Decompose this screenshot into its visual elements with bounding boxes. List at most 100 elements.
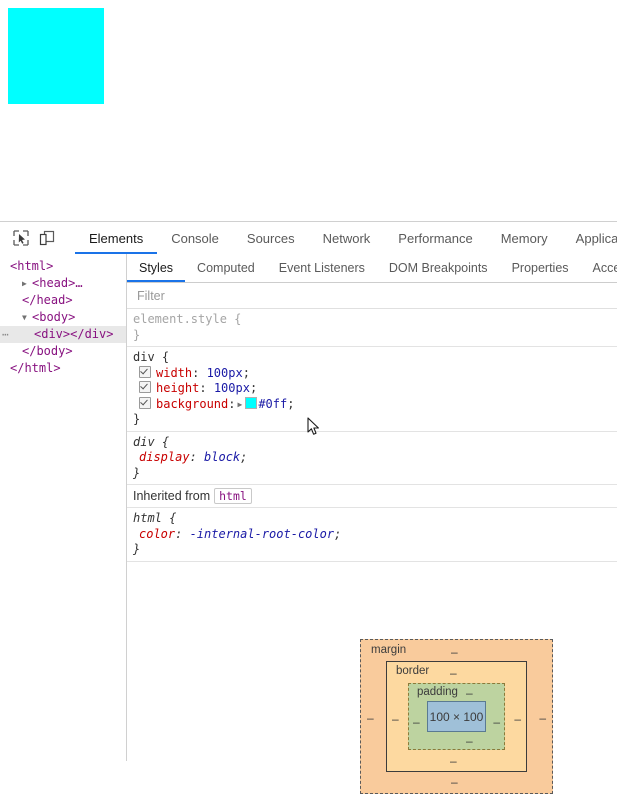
declaration-width[interactable]: width: 100px; [133,365,617,382]
declaration-display[interactable]: display: block; [133,450,617,466]
rule-html-selector: html [133,511,162,525]
tab-memory[interactable]: Memory [487,222,562,254]
dom-node-html-open[interactable]: <html> [0,258,126,275]
tab-network[interactable]: Network [309,222,385,254]
styles-filter-bar [127,283,617,309]
tab-dom-breakpoints[interactable]: DOM Breakpoints [377,254,500,282]
dom-node-body-label: <body> [32,310,76,324]
rule-html-selector-line: html { [133,511,177,525]
declaration-height[interactable]: height: 100px; [133,381,617,397]
declaration-color-value[interactable]: -internal-root-color [190,527,335,541]
tab-sources[interactable]: Sources [233,222,309,254]
tab-properties[interactable]: Properties [500,254,581,282]
declaration-width-checkbox[interactable] [139,365,151,378]
filter-input[interactable] [135,287,573,304]
tab-elements[interactable]: Elements [75,222,158,254]
declaration-width-value[interactable]: 100px [207,366,243,380]
cyan-square-element[interactable] [8,8,104,104]
box-model-content[interactable]: 100 × 100 [427,701,486,732]
dom-node-body[interactable]: ▼ <body> [0,309,126,326]
rule-element-style-selector: element.style [133,312,227,326]
declaration-background-property: background [156,396,229,411]
inherited-from-label: Inherited from [133,489,211,503]
dom-node-div-label: <div></div> [34,327,114,341]
dom-node-head[interactable]: ▶ <head>… [0,275,126,292]
box-model-border-left-value[interactable]: – [392,713,399,725]
rule-element-style[interactable]: element.style { } [127,309,617,347]
declaration-background-checkbox[interactable] [139,396,151,409]
rule-div-useragent[interactable]: div { display: block; } [127,432,617,485]
dom-node-head-close[interactable]: </head> [0,292,126,309]
devtools-main-tabs: Elements Console Sources Network Perform… [75,222,617,254]
box-model-padding-top-value[interactable]: – [466,687,473,699]
declaration-display-property: display [139,450,190,464]
inspect-element-icon[interactable] [8,225,34,251]
box-model-margin-top-value[interactable]: – [451,646,458,658]
box-model-border-top-value[interactable]: – [450,667,457,679]
device-toolbar-icon[interactable] [34,225,60,251]
tab-computed[interactable]: Computed [185,254,267,282]
tab-event-listeners-label: Event Listeners [278,261,365,275]
box-model-padding-bottom-value[interactable]: – [466,735,473,747]
tab-performance[interactable]: Performance [384,222,486,254]
rule-div-author-selector-line: div { [133,350,617,366]
box-model-margin[interactable]: margin – – – – border – – – – padding – [360,639,553,794]
tab-properties-label: Properties [511,261,569,275]
declaration-height-property: height [156,381,200,395]
declaration-background[interactable]: background: ▶ #0ff; [133,396,617,413]
dom-node-head-close-label: </head> [22,293,73,307]
declaration-display-value[interactable]: block [204,450,240,464]
styles-sidebar-tabs: Styles Computed Event Listeners DOM Brea… [127,254,617,283]
box-model-padding-left-value[interactable]: – [413,716,420,728]
chevron-right-icon[interactable]: ▶ [22,275,32,292]
box-model-border-right-value[interactable]: – [514,713,521,725]
declaration-color[interactable]: color: -internal-root-color; [133,527,617,543]
declaration-height-checkbox[interactable] [139,381,151,393]
brace-open: { [226,312,242,326]
more-options-icon[interactable]: ⋯ [2,326,10,343]
tab-console-label: Console [171,230,219,246]
devtools-body: <html> ▶ <head>… </head> ▼ <body> ⋯ <div></… [0,254,617,794]
box-model-diagram: margin – – – – border – – – – padding – [360,639,553,794]
dom-node-body-close[interactable]: </body> [0,343,126,360]
tab-elements-label: Elements [89,230,144,246]
dom-node-head-label: <head>… [32,276,83,290]
inherited-from-node-chip[interactable]: html [214,488,252,504]
devtools-toolbar: Elements Console Sources Network Perform… [0,222,617,255]
tab-network-label: Network [322,230,371,246]
tab-dom-breakpoints-label: DOM Breakpoints [388,261,488,275]
tab-console[interactable]: Console [157,222,233,254]
tab-event-listeners[interactable]: Event Listeners [267,254,377,282]
box-model-content-size: 100 × 100 [429,709,484,724]
rule-element-style-selector-line: element.style { [133,312,617,328]
declaration-background-value[interactable]: #0ff [258,397,287,411]
box-model-padding[interactable]: padding – – – – 100 × 100 [408,683,505,750]
dom-node-html-close-label: </html> [10,361,61,375]
declaration-color-property: color [139,526,176,541]
box-model-padding-right-value[interactable]: – [493,716,500,728]
chevron-down-icon[interactable]: ▼ [22,309,32,326]
declaration-width-property: width [156,365,193,380]
color-swatch[interactable] [245,396,258,409]
box-model-border[interactable]: border – – – – padding – – – – 100 × 100 [386,661,527,772]
tab-styles[interactable]: Styles [127,254,186,282]
tab-accessibility-label: Acce [592,261,617,275]
tab-styles-label: Styles [139,261,174,275]
chevron-right-icon[interactable]: ▶ [237,397,242,413]
page-viewport [0,0,617,221]
dom-node-div-selected[interactable]: ⋯ <div></div> [0,326,126,343]
rule-div-author-close: } [133,412,141,426]
declaration-height-value[interactable]: 100px [214,381,250,395]
tab-performance-label: Performance [398,230,473,246]
box-model-padding-label: padding [417,686,458,698]
inherited-from-header: Inherited from html [127,485,617,508]
box-model-margin-left-value[interactable]: – [367,712,374,724]
box-model-border-bottom-value[interactable]: – [450,755,457,767]
rule-html-useragent[interactable]: html { color: -internal-root-color; } [127,508,617,562]
tab-application[interactable]: Applicatio [562,222,617,254]
dom-node-html-close[interactable]: </html> [0,360,126,377]
rule-div-author[interactable]: div { width: 100px; height: 100px; backg… [127,347,617,432]
box-model-margin-right-value[interactable]: – [539,712,546,724]
tab-accessibility[interactable]: Acce [581,254,617,282]
styles-pane: Styles Computed Event Listeners DOM Brea… [127,254,617,794]
